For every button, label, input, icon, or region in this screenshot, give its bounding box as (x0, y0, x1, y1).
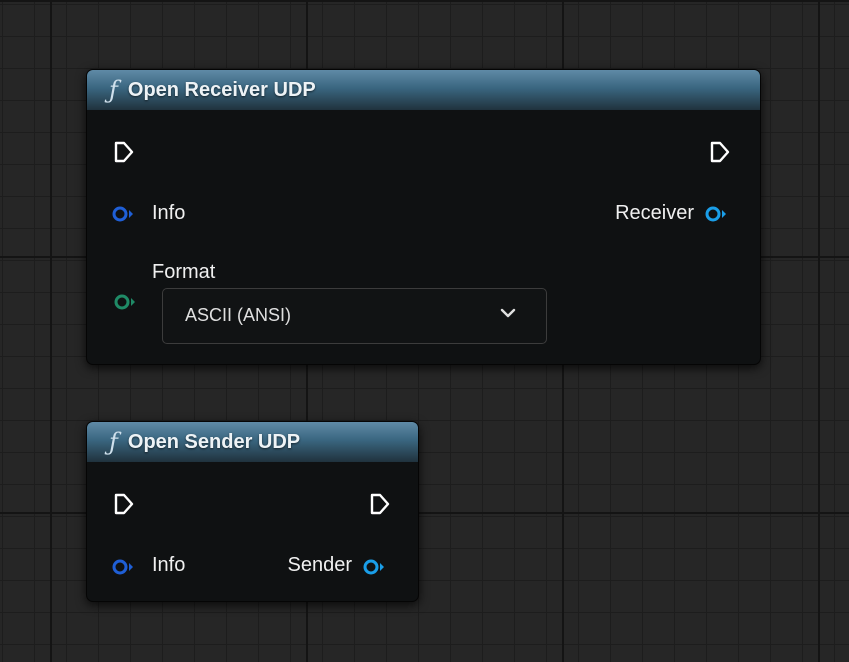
node-header[interactable]: ƒ Open Receiver UDP (87, 70, 760, 110)
exec-output-pin-icon[interactable] (369, 492, 391, 516)
blueprint-graph-canvas[interactable]: ƒ Open Receiver UDP Info Receiver Format… (0, 0, 849, 662)
exec-input-pin-icon[interactable] (113, 492, 135, 516)
format-input-pin-icon[interactable] (113, 293, 137, 311)
node-title: Open Receiver UDP (127, 78, 316, 101)
format-dropdown[interactable]: ASCII (ANSI) (162, 288, 547, 344)
chevron-down-icon (500, 308, 516, 318)
exec-input-pin-icon[interactable] (113, 140, 135, 164)
format-dropdown-value: ASCII (ANSI) (185, 305, 292, 325)
receiver-output-pin-icon[interactable] (704, 205, 728, 223)
info-input-pin-icon[interactable] (111, 205, 135, 223)
format-field-label: Format (152, 261, 216, 283)
info-pin-label: Info (152, 202, 186, 224)
info-input-pin-icon[interactable] (111, 558, 135, 576)
info-pin-label: Info (152, 554, 186, 576)
function-icon: ƒ (109, 76, 118, 104)
receiver-pin-label: Receiver (615, 202, 694, 224)
exec-output-pin-icon[interactable] (709, 140, 731, 164)
open-receiver-udp-node[interactable]: ƒ Open Receiver UDP Info Receiver Format… (86, 69, 761, 365)
function-icon: ƒ (109, 428, 118, 456)
node-header[interactable]: ƒ Open Sender UDP (87, 422, 418, 462)
open-sender-udp-node[interactable]: ƒ Open Sender UDP Info Sender (86, 421, 419, 602)
sender-pin-label: Sender (287, 554, 353, 576)
node-title: Open Sender UDP (127, 430, 301, 453)
sender-output-pin-icon[interactable] (362, 558, 386, 576)
